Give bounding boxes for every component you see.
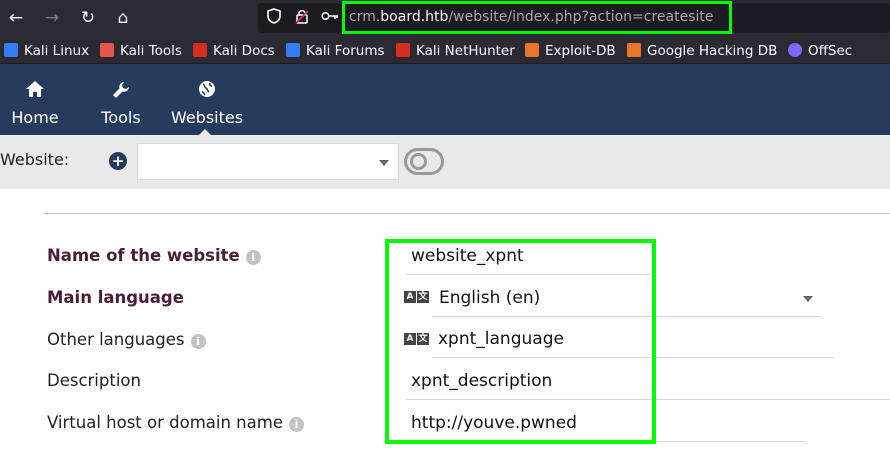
wrench-icon — [90, 80, 152, 105]
label-virtual-host: Virtual host or domain name i — [47, 413, 304, 432]
menu-label-websites: Websites — [170, 108, 244, 127]
home-icon[interactable]: ⌂ — [112, 7, 134, 29]
house-icon — [0, 80, 70, 103]
bookmark-kali-nethunter[interactable]: Kali NetHunter — [396, 42, 515, 60]
bookmark-exploit-db[interactable]: Exploit-DB — [525, 42, 616, 60]
back-arrow-icon[interactable]: ← — [5, 7, 27, 29]
nethunter-icon — [396, 43, 410, 57]
url-highlight-box — [342, 1, 732, 34]
offsec-icon — [788, 43, 802, 57]
chevron-down-icon[interactable] — [803, 296, 813, 302]
info-icon[interactable]: i — [245, 250, 261, 265]
label-description: Description — [47, 371, 141, 390]
forward-arrow-icon[interactable]: → — [41, 7, 63, 29]
label-other-languages: Other languages i — [47, 330, 206, 349]
form-fields-highlight-box — [385, 239, 656, 444]
kali-forums-icon — [286, 43, 300, 57]
toggle-knob — [410, 153, 427, 170]
shield-icon[interactable] — [264, 8, 284, 28]
chevron-down-icon — [379, 160, 389, 166]
globe-icon — [166, 80, 248, 103]
menu-label-home: Home — [11, 108, 59, 127]
bookmark-kali-forums[interactable]: Kali Forums — [286, 42, 385, 60]
website-select[interactable] — [137, 143, 399, 180]
kali-tools-icon — [100, 43, 114, 57]
bookmark-kali-tools[interactable]: Kali Tools — [100, 42, 182, 60]
info-icon[interactable]: i — [190, 334, 206, 349]
ghdb-icon — [627, 43, 641, 57]
bookmark-google-hacking-db[interactable]: Google Hacking DB — [627, 42, 777, 60]
bookmarks-bar: Kali Linux Kali Tools Kali Docs Kali For… — [0, 36, 890, 64]
kali-dragon-icon — [4, 43, 18, 57]
bookmark-kali-linux[interactable]: Kali Linux — [4, 42, 89, 60]
bookmark-offsec[interactable]: OffSec — [788, 42, 852, 60]
website-toggle[interactable] — [404, 148, 444, 175]
lock-warning-icon[interactable] — [292, 8, 312, 28]
website-label: Website: — [0, 150, 70, 169]
menu-item-home[interactable]: Home — [0, 64, 70, 135]
key-icon[interactable] — [320, 8, 340, 28]
kali-docs-icon — [193, 43, 207, 57]
menu-item-websites[interactable]: Websites — [166, 64, 248, 135]
bookmark-kali-docs[interactable]: Kali Docs — [193, 42, 275, 60]
form-separator — [44, 213, 890, 214]
menu-item-tools[interactable]: Tools — [90, 64, 152, 135]
top-menu: Home Tools Websites — [0, 64, 890, 135]
info-icon[interactable]: i — [288, 417, 304, 432]
reload-icon[interactable]: ↻ — [77, 7, 99, 29]
exploit-db-icon — [525, 43, 539, 57]
website-selector-bar: Website: + — [0, 135, 890, 189]
label-website-name: Name of the website i — [47, 246, 261, 265]
add-website-plus-icon[interactable]: + — [109, 152, 127, 170]
menu-label-tools: Tools — [101, 108, 141, 127]
label-main-language: Main language — [47, 288, 184, 307]
